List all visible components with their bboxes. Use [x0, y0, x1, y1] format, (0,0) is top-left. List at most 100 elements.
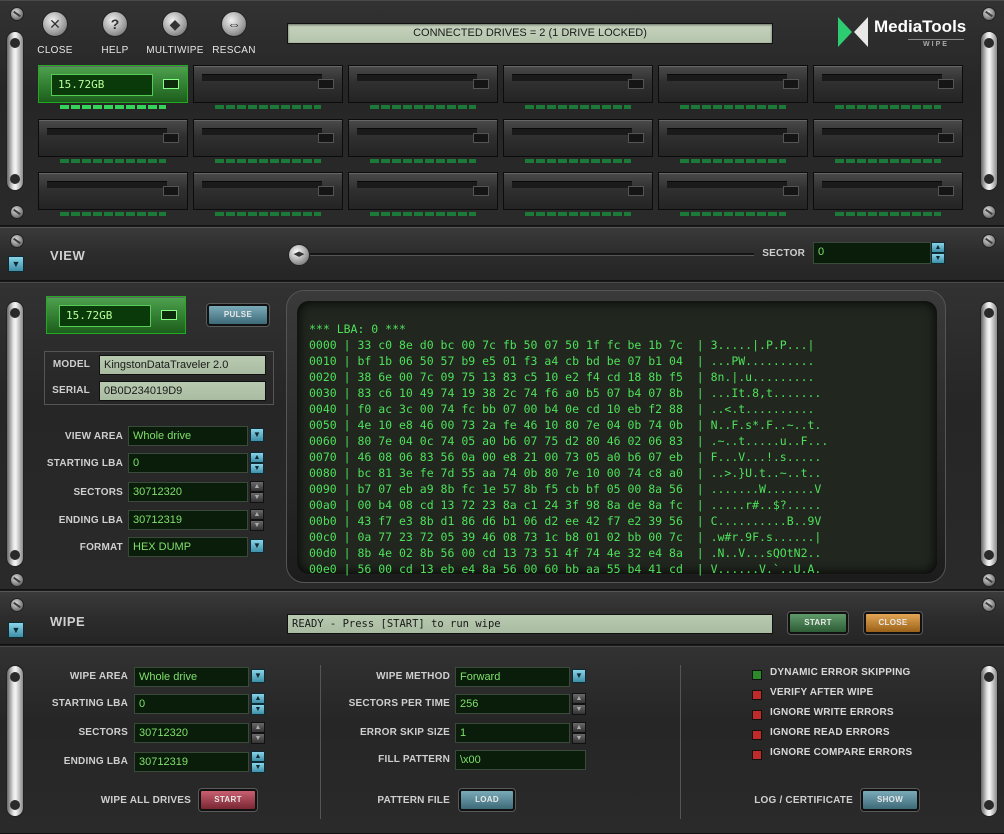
drive-bay-body [813, 172, 963, 210]
view-area-dropdown-icon[interactable]: ▼ [250, 428, 264, 442]
spin-down-icon[interactable]: ▼ [251, 704, 265, 715]
sector-spinner[interactable]: ▲ ▼ [931, 242, 945, 264]
wipe-starting-lba-input[interactable]: 0 [134, 694, 249, 714]
spin-down-icon[interactable]: ▼ [251, 733, 265, 744]
help-button[interactable]: ? HELP [85, 11, 145, 63]
spin-down-icon[interactable]: ▼ [931, 253, 945, 264]
drive-bay-active[interactable]: 15.72GB [38, 65, 188, 109]
wipe-method-dropdown-icon[interactable]: ▼ [572, 669, 586, 683]
view-area-select[interactable]: Whole drive [128, 426, 248, 446]
view-collapse-toggle[interactable]: ▼ [8, 256, 24, 272]
hex-line: 0050 | 4e 10 e8 46 00 73 2a fe 46 10 80 … [309, 418, 822, 432]
mediatools-logo: MediaTools WIPE [838, 15, 968, 49]
drive-bay-empty[interactable] [813, 65, 963, 109]
error-skip-size-spinner[interactable]: ▲ ▼ [572, 722, 586, 744]
view-starting-lba-spinner[interactable]: ▲ ▼ [250, 452, 264, 474]
spin-up-icon[interactable]: ▲ [250, 481, 264, 492]
wipe-area-dropdown-icon[interactable]: ▼ [251, 669, 265, 683]
option-checkbox[interactable] [752, 750, 762, 760]
drive-bay-empty[interactable] [503, 172, 653, 216]
spin-up-icon[interactable]: ▲ [931, 242, 945, 253]
help-label: HELP [101, 45, 129, 56]
format-dropdown-icon[interactable]: ▼ [250, 539, 264, 553]
drive-bay-empty[interactable] [348, 65, 498, 109]
spin-up-icon[interactable]: ▲ [572, 693, 586, 704]
option-label[interactable]: IGNORE COMPARE ERRORS [770, 747, 912, 758]
option-label[interactable]: DYNAMIC ERROR SKIPPING [770, 667, 911, 678]
sectors-per-time-spinner[interactable]: ▲ ▼ [572, 693, 586, 715]
option-checkbox[interactable] [752, 710, 762, 720]
option-label[interactable]: IGNORE WRITE ERRORS [770, 707, 894, 718]
wipe-ending-lba-spinner[interactable]: ▲ ▼ [251, 751, 265, 773]
error-skip-size-input[interactable]: 1 [455, 723, 570, 743]
drive-bay-empty[interactable] [658, 65, 808, 109]
wipe-starting-lba-spinner[interactable]: ▲ ▼ [251, 693, 265, 715]
wipe-ending-lba-input[interactable]: 30712319 [134, 752, 249, 772]
view-starting-lba-input[interactable]: 0 [128, 453, 248, 473]
wipe-start-button[interactable]: START [788, 612, 848, 634]
view-ending-lba-input[interactable]: 30712319 [128, 510, 248, 530]
view-sectors-spinner[interactable]: ▲ ▼ [250, 481, 264, 503]
option-checkbox[interactable] [752, 730, 762, 740]
drive-bay-empty[interactable] [658, 119, 808, 163]
drive-bay-empty[interactable] [658, 172, 808, 216]
wipe-method-select[interactable]: Forward [455, 667, 570, 687]
drive-bay-empty[interactable] [38, 172, 188, 216]
sector-input[interactable]: 0 [813, 242, 931, 264]
load-pattern-button[interactable]: LOAD [459, 789, 515, 811]
wipe-all-start-button[interactable]: START [199, 789, 257, 811]
sector-slider[interactable]: ◀▶ [288, 244, 756, 266]
drive-bay-empty[interactable] [813, 172, 963, 216]
drive-bay-body [193, 172, 343, 210]
fill-pattern-input[interactable]: \x00 [455, 750, 586, 770]
spin-up-icon[interactable]: ▲ [251, 693, 265, 704]
wipe-handle-right [980, 665, 998, 817]
spin-up-icon[interactable]: ▲ [250, 452, 264, 463]
drive-bay-empty[interactable] [193, 119, 343, 163]
drive-bay-empty[interactable] [813, 119, 963, 163]
sectors-per-time-input[interactable]: 256 [455, 694, 570, 714]
drive-bay-empty[interactable] [503, 119, 653, 163]
option-label[interactable]: VERIFY AFTER WIPE [770, 687, 873, 698]
spin-up-icon[interactable]: ▲ [251, 722, 265, 733]
wipe-all-drives-label: WIPE ALL DRIVES [100, 795, 191, 806]
drive-bay-body [348, 172, 498, 210]
wipe-area-select[interactable]: Whole drive [134, 667, 249, 687]
pulse-button[interactable]: PULSE [207, 304, 269, 326]
show-log-button[interactable]: SHOW [861, 789, 919, 811]
option-checkbox[interactable] [752, 690, 762, 700]
spin-up-icon[interactable]: ▲ [572, 722, 586, 733]
wipe-close-button[interactable]: CLOSE [864, 612, 922, 634]
slider-thumb[interactable]: ◀▶ [288, 244, 310, 266]
view-starting-lba-label: STARTING LBA [46, 458, 123, 469]
spin-up-icon[interactable]: ▲ [251, 751, 265, 762]
option-label[interactable]: IGNORE READ ERRORS [770, 727, 890, 738]
spin-down-icon[interactable]: ▼ [251, 762, 265, 773]
log-certificate-label: LOG / CERTIFICATE [754, 795, 853, 806]
close-button[interactable]: ✕ CLOSE [25, 11, 85, 63]
view-ending-lba-spinner[interactable]: ▲ ▼ [250, 509, 264, 531]
multiwipe-button[interactable]: ◆ MULTIWIPE [145, 11, 205, 63]
drive-eject-icon [628, 79, 644, 89]
wipe-collapse-toggle[interactable]: ▼ [8, 622, 24, 638]
spin-down-icon[interactable]: ▼ [250, 463, 264, 474]
wipe-sectors-spinner[interactable]: ▲ ▼ [251, 722, 265, 744]
drive-bay-empty[interactable] [348, 119, 498, 163]
drive-bay-empty[interactable] [193, 172, 343, 216]
spin-up-icon[interactable]: ▲ [250, 509, 264, 520]
drive-bay-empty[interactable] [193, 65, 343, 109]
wipe-sectors-input[interactable]: 30712320 [134, 723, 249, 743]
format-select[interactable]: HEX DUMP [128, 537, 248, 557]
spin-down-icon[interactable]: ▼ [250, 492, 264, 503]
drive-bay-empty[interactable] [503, 65, 653, 109]
option-checkbox[interactable] [752, 670, 762, 680]
hex-dump-screen[interactable]: *** LBA: 0 *** 0000 | 33 c0 8e d0 bc 00 … [297, 301, 937, 576]
error-skip-size-label: ERROR SKIP SIZE [359, 727, 450, 738]
rescan-button[interactable]: ⇔ RESCAN [204, 11, 264, 63]
drive-bay-empty[interactable] [348, 172, 498, 216]
drive-bay-empty[interactable] [38, 119, 188, 163]
spin-down-icon[interactable]: ▼ [572, 704, 586, 715]
view-sectors-input[interactable]: 30712320 [128, 482, 248, 502]
spin-down-icon[interactable]: ▼ [572, 733, 586, 744]
spin-down-icon[interactable]: ▼ [250, 520, 264, 531]
